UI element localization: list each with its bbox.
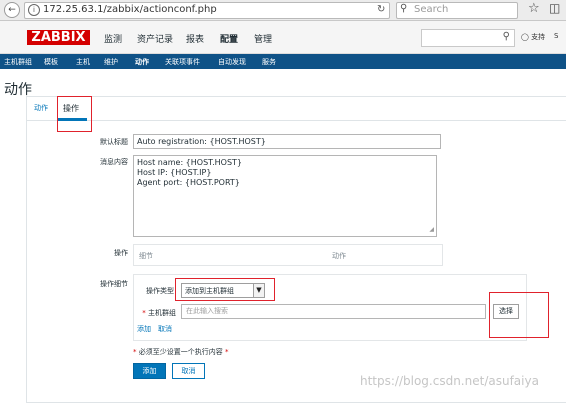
default-subject-label: 默认标题: [100, 138, 128, 146]
submenu-host-groups[interactable]: 主机群组: [4, 57, 32, 67]
operations-label: 操作: [114, 249, 128, 257]
star-icon[interactable]: ☆: [528, 1, 540, 16]
zabbix-logo[interactable]: ZABBIX: [27, 30, 90, 45]
message-line: Host IP: {HOST.IP}: [137, 168, 212, 177]
host-group-label: * 主机群组: [142, 309, 176, 317]
back-arrow-icon[interactable]: ←: [4, 2, 20, 18]
tab-bar: 动作 操作: [26, 96, 566, 121]
operation-type-label: 操作类型: [146, 287, 174, 295]
share-link[interactable]: S: [554, 32, 558, 40]
submenu-hosts[interactable]: 主机: [76, 57, 90, 67]
add-operation-link[interactable]: 添加: [137, 324, 151, 334]
browser-search-input[interactable]: ⚲ Search: [396, 2, 518, 19]
menu-inventory[interactable]: 资产记录: [137, 32, 173, 45]
cancel-operation-link[interactable]: 取消: [158, 324, 172, 334]
required-note: * 必须至少设置一个执行内容 *: [133, 348, 229, 356]
bookmarks-icon[interactable]: ◫: [549, 1, 560, 15]
support-link[interactable]: ◯ 支持: [521, 32, 545, 42]
watermark: https://blog.csdn.net/asufaiya: [360, 374, 539, 388]
message-line: Agent port: {HOST.PORT}: [137, 178, 240, 187]
url-text: 172.25.63.1/zabbix/actionconf.php: [43, 4, 217, 15]
host-group-placeholder: 在此输入搜索: [186, 307, 228, 315]
highlight-box-tab: [57, 96, 92, 132]
default-message-label: 消息内容: [100, 158, 128, 166]
operations-table: 细节 动作: [133, 244, 443, 266]
search-icon: ⚲: [400, 3, 408, 14]
menu-configuration[interactable]: 配置: [220, 32, 238, 45]
menu-monitoring[interactable]: 监测: [104, 32, 122, 45]
menu-reports[interactable]: 报表: [186, 32, 204, 45]
url-bar[interactable]: i 172.25.63.1/zabbix/actionconf.php ↻: [24, 2, 390, 19]
submenu-discovery[interactable]: 自动发现: [218, 57, 246, 67]
search-icon: ⚲: [502, 31, 510, 42]
resize-handle-icon[interactable]: ◢: [429, 225, 434, 235]
submenu-correlation[interactable]: 关联项事件: [165, 57, 200, 67]
submenu-maintenance[interactable]: 维护: [104, 57, 118, 67]
tab-action[interactable]: 动作: [34, 103, 48, 113]
default-subject-input[interactable]: Auto registration: {HOST.HOST}: [133, 134, 441, 149]
highlight-box-type: [175, 278, 275, 301]
reload-icon[interactable]: ↻: [377, 4, 385, 15]
zabbix-header: ZABBIX 监测 资产记录 报表 配置 管理 ⚲ ◯ 支持 S: [0, 21, 566, 54]
add-button[interactable]: 添加: [133, 363, 166, 379]
search-placeholder: Search: [414, 4, 449, 15]
operations-col-action: 动作: [332, 252, 346, 260]
info-icon[interactable]: i: [28, 4, 40, 16]
submenu-services[interactable]: 服务: [262, 57, 276, 67]
submenu-templates[interactable]: 模板: [44, 57, 58, 67]
host-group-input[interactable]: 在此输入搜索: [181, 304, 486, 319]
support-label: 支持: [531, 33, 546, 41]
global-search-input[interactable]: ⚲: [421, 29, 515, 47]
submenu-bar: 主机群组 模板 主机 维护 动作 关联项事件 自动发现 服务: [0, 54, 566, 69]
operation-details-label: 操作细节: [100, 280, 128, 288]
operations-col-details: 细节: [139, 252, 153, 260]
menu-administration[interactable]: 管理: [254, 32, 272, 45]
message-line: Host name: {HOST.HOST}: [137, 158, 243, 167]
default-message-textarea[interactable]: Host name: {HOST.HOST} Host IP: {HOST.IP…: [133, 155, 437, 237]
cancel-button[interactable]: 取消: [172, 363, 205, 379]
submenu-actions[interactable]: 动作: [135, 57, 149, 67]
highlight-box-select: [489, 292, 549, 338]
